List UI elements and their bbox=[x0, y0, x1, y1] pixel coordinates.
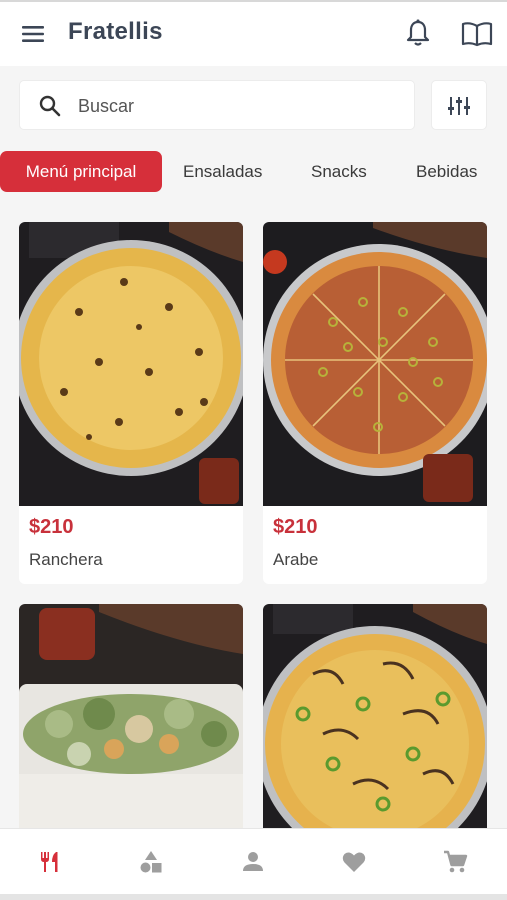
product-price: $210 bbox=[29, 516, 74, 538]
product-price: $210 bbox=[273, 516, 318, 538]
cart-icon[interactable] bbox=[442, 849, 468, 875]
search-icon bbox=[39, 95, 61, 117]
product-card[interactable]: $210 Arabe bbox=[263, 222, 487, 584]
cheese-pizza-image bbox=[19, 222, 243, 506]
product-card[interactable] bbox=[263, 604, 487, 828]
filter-sliders-icon bbox=[448, 97, 470, 115]
tab-snacks[interactable]: Snacks bbox=[311, 151, 367, 192]
product-name: Ranchera bbox=[29, 550, 103, 569]
search-input[interactable] bbox=[78, 93, 398, 119]
product-name: Arabe bbox=[273, 550, 319, 569]
bell-icon[interactable] bbox=[404, 18, 432, 48]
app-title: Fratellis bbox=[68, 18, 163, 45]
person-icon[interactable] bbox=[240, 849, 266, 875]
system-nav-strip bbox=[0, 894, 507, 900]
menu-icon[interactable] bbox=[20, 22, 48, 46]
jalapeno-pizza-image bbox=[263, 604, 487, 828]
book-icon[interactable] bbox=[460, 20, 494, 48]
tab-ensaladas[interactable]: Ensaladas bbox=[183, 151, 262, 192]
fork-knife-icon[interactable] bbox=[37, 849, 63, 875]
product-card[interactable]: $210 Ranchera bbox=[19, 222, 243, 584]
tab-bebidas[interactable]: Bebidas bbox=[416, 151, 477, 192]
filter-button[interactable] bbox=[431, 80, 487, 130]
heart-icon[interactable] bbox=[341, 849, 367, 875]
caesar-salad-image bbox=[19, 604, 243, 828]
bottom-navigation bbox=[0, 828, 507, 894]
tab-menu-principal[interactable]: Menú principal bbox=[0, 151, 162, 192]
search-bar bbox=[19, 80, 415, 130]
product-card[interactable] bbox=[19, 604, 243, 828]
categories-icon[interactable] bbox=[138, 849, 164, 875]
olive-pizza-image bbox=[263, 222, 487, 506]
app-bar: Fratellis bbox=[0, 2, 507, 66]
